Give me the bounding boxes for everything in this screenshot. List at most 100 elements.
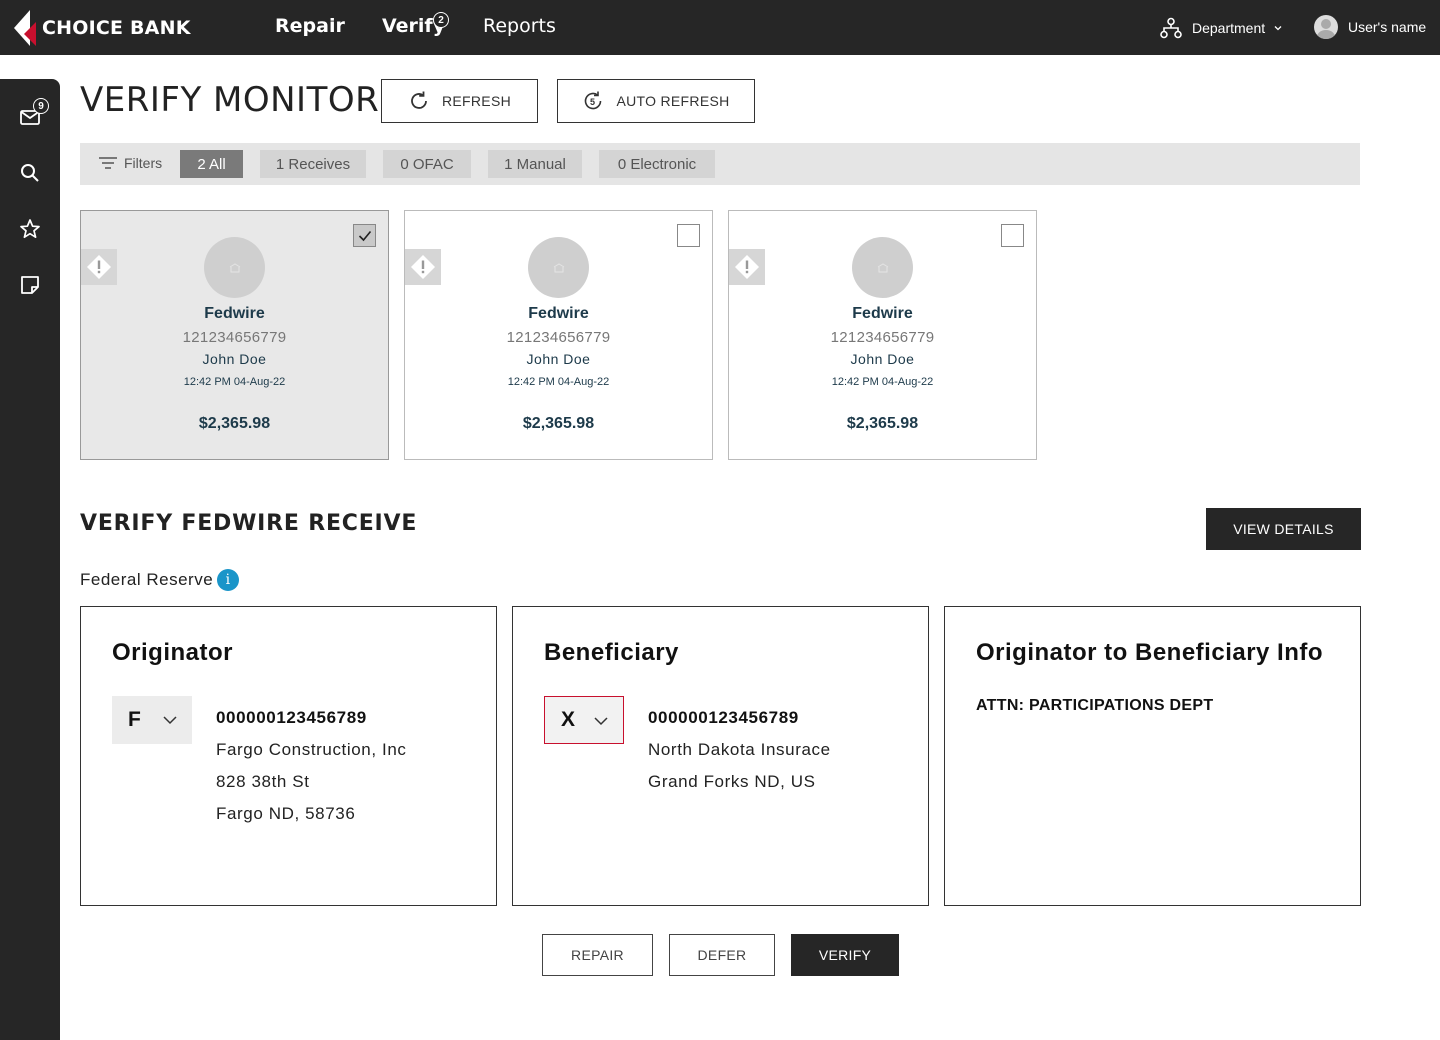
refresh-button[interactable]: REFRESH — [381, 79, 538, 123]
originator-heading: Originator — [112, 639, 234, 666]
filter-icon — [99, 157, 117, 169]
filters-label: Filters — [124, 155, 163, 171]
card-payment-type: Fedwire — [528, 305, 589, 322]
beneficiary-id-type-value: X — [561, 708, 576, 731]
originator-panel: Originator F 000000123456789 Fargo Const… — [80, 606, 497, 906]
originator-name: Fargo Construction, Inc — [216, 740, 407, 759]
card-payment-type: Fedwire — [204, 305, 265, 322]
note-icon — [21, 276, 39, 294]
card-payment-type: Fedwire — [852, 305, 913, 322]
auto-refresh-label: AUTO REFRESH — [616, 93, 730, 109]
transaction-card[interactable]: Fedwire 121234656779 John Doe 12:42 PM 0… — [80, 210, 389, 460]
top-navigation-bar: CHOICE BANK Repair Verify 2 Reports Depa… — [0, 0, 1440, 55]
refresh-icon — [411, 91, 427, 109]
search-icon — [21, 164, 39, 182]
department-selector[interactable]: Department — [1160, 17, 1293, 39]
filter-chip-receives[interactable]: 1 Receives — [260, 150, 366, 178]
inbox-count-badge: 9 — [33, 98, 49, 114]
auto-refresh-timer-icon: 5 — [585, 91, 602, 110]
chevron-down-icon — [1274, 26, 1282, 31]
bank-icon — [229, 262, 240, 272]
originator-id-type-select[interactable]: F — [112, 696, 192, 744]
filter-chip-electronic[interactable]: 0 Electronic — [599, 150, 715, 178]
auto-refresh-button[interactable]: 5 AUTO REFRESH — [557, 79, 755, 123]
warning-icon — [405, 249, 441, 285]
section-title: VERIFY FEDWIRE RECEIVE — [80, 511, 418, 536]
beneficiary-panel: Beneficiary X 000000123456789 North Dako… — [512, 606, 929, 906]
bank-icon — [877, 262, 888, 272]
sidebar-notes[interactable] — [18, 273, 42, 297]
beneficiary-id-type-select[interactable]: X — [544, 696, 624, 744]
card-amount: $2,365.98 — [846, 415, 919, 432]
beneficiary-account: 000000123456789 — [648, 708, 799, 727]
originator-street: 828 38th St — [216, 772, 310, 791]
repair-button[interactable]: REPAIR — [542, 934, 653, 976]
transaction-card[interactable]: Fedwire 121234656779 John Doe 12:42 PM 0… — [728, 210, 1037, 460]
sidebar-favorites[interactable] — [18, 217, 42, 241]
beneficiary-address: 000000123456789 North Dakota Insurace Gr… — [648, 702, 831, 798]
filters-toggle[interactable]: Filters — [98, 155, 162, 171]
star-icon — [20, 219, 40, 239]
page-title: VERIFY MONITOR — [80, 80, 380, 120]
choice-bank-logo-icon — [14, 10, 36, 46]
brand-name: CHOICE BANK — [42, 17, 191, 39]
filter-chip-all[interactable]: 2 All — [180, 150, 243, 178]
card-account-number: 121234656779 — [506, 329, 611, 346]
obi-text: ATTN: PARTICIPATIONS DEPT — [976, 697, 1214, 714]
brand-logo[interactable]: CHOICE BANK — [14, 10, 191, 46]
obi-heading: Originator to Beneficiary Info — [976, 639, 1324, 666]
card-account-number: 121234656779 — [182, 329, 287, 346]
filter-bar: Filters 2 All 1 Receives 0 OFAC 1 Manual… — [80, 143, 1360, 185]
card-timestamp: 12:42 PM 04-Aug-22 — [831, 376, 934, 388]
transaction-card[interactable]: Fedwire 121234656779 John Doe 12:42 PM 0… — [404, 210, 713, 460]
refresh-label: REFRESH — [442, 93, 511, 109]
bank-logo-placeholder — [204, 237, 265, 298]
beneficiary-city: Grand Forks ND, US — [648, 772, 816, 791]
chevron-down-icon — [594, 717, 608, 726]
originator-address: 000000123456789 Fargo Construction, Inc … — [216, 702, 407, 830]
view-details-button[interactable]: VIEW DETAILS — [1206, 508, 1361, 550]
card-select-checkbox[interactable] — [353, 224, 376, 247]
filter-chip-ofac[interactable]: 0 OFAC — [383, 150, 471, 178]
card-account-number: 121234656779 — [830, 329, 935, 346]
user-menu[interactable]: User's name — [1314, 15, 1426, 39]
filter-chip-manual[interactable]: 1 Manual — [488, 150, 582, 178]
card-select-checkbox[interactable] — [677, 224, 700, 247]
verify-count-badge: 2 — [433, 12, 449, 28]
source-name: Federal Reserve — [80, 570, 214, 589]
verify-button[interactable]: VERIFY — [791, 934, 899, 976]
obi-panel: Originator to Beneficiary Info ATTN: PAR… — [944, 606, 1361, 906]
originator-account: 000000123456789 — [216, 708, 367, 727]
auto-refresh-interval: 5 — [590, 97, 595, 107]
beneficiary-name: North Dakota Insurace — [648, 740, 831, 759]
bank-logo-placeholder — [528, 237, 589, 298]
checkmark-icon — [358, 230, 371, 241]
card-customer-name: John Doe — [526, 351, 591, 367]
card-select-checkbox[interactable] — [1001, 224, 1024, 247]
warning-icon — [81, 249, 117, 285]
nav-reports[interactable]: Reports — [483, 15, 556, 37]
defer-button[interactable]: DEFER — [669, 934, 775, 976]
card-customer-name: John Doe — [202, 351, 267, 367]
originator-city: Fargo ND, 58736 — [216, 804, 356, 823]
source-label: Federal Reserve i — [80, 569, 240, 591]
avatar — [1314, 15, 1338, 39]
sidebar — [0, 79, 60, 1040]
originator-id-type-value: F — [128, 708, 141, 731]
card-amount: $2,365.98 — [198, 415, 271, 432]
nav-repair[interactable]: Repair — [275, 15, 345, 37]
bank-icon — [553, 262, 564, 272]
info-icon[interactable]: i — [217, 569, 240, 591]
card-customer-name: John Doe — [850, 351, 915, 367]
card-timestamp: 12:42 PM 04-Aug-22 — [507, 376, 610, 388]
card-amount: $2,365.98 — [522, 415, 595, 432]
bank-logo-placeholder — [852, 237, 913, 298]
department-label: Department — [1192, 20, 1266, 36]
chevron-down-icon — [163, 716, 177, 725]
user-name: User's name — [1348, 19, 1427, 35]
card-timestamp: 12:42 PM 04-Aug-22 — [183, 376, 286, 388]
warning-icon — [729, 249, 765, 285]
sidebar-search[interactable] — [18, 161, 42, 185]
org-chart-icon — [1160, 17, 1182, 39]
beneficiary-heading: Beneficiary — [544, 639, 679, 666]
